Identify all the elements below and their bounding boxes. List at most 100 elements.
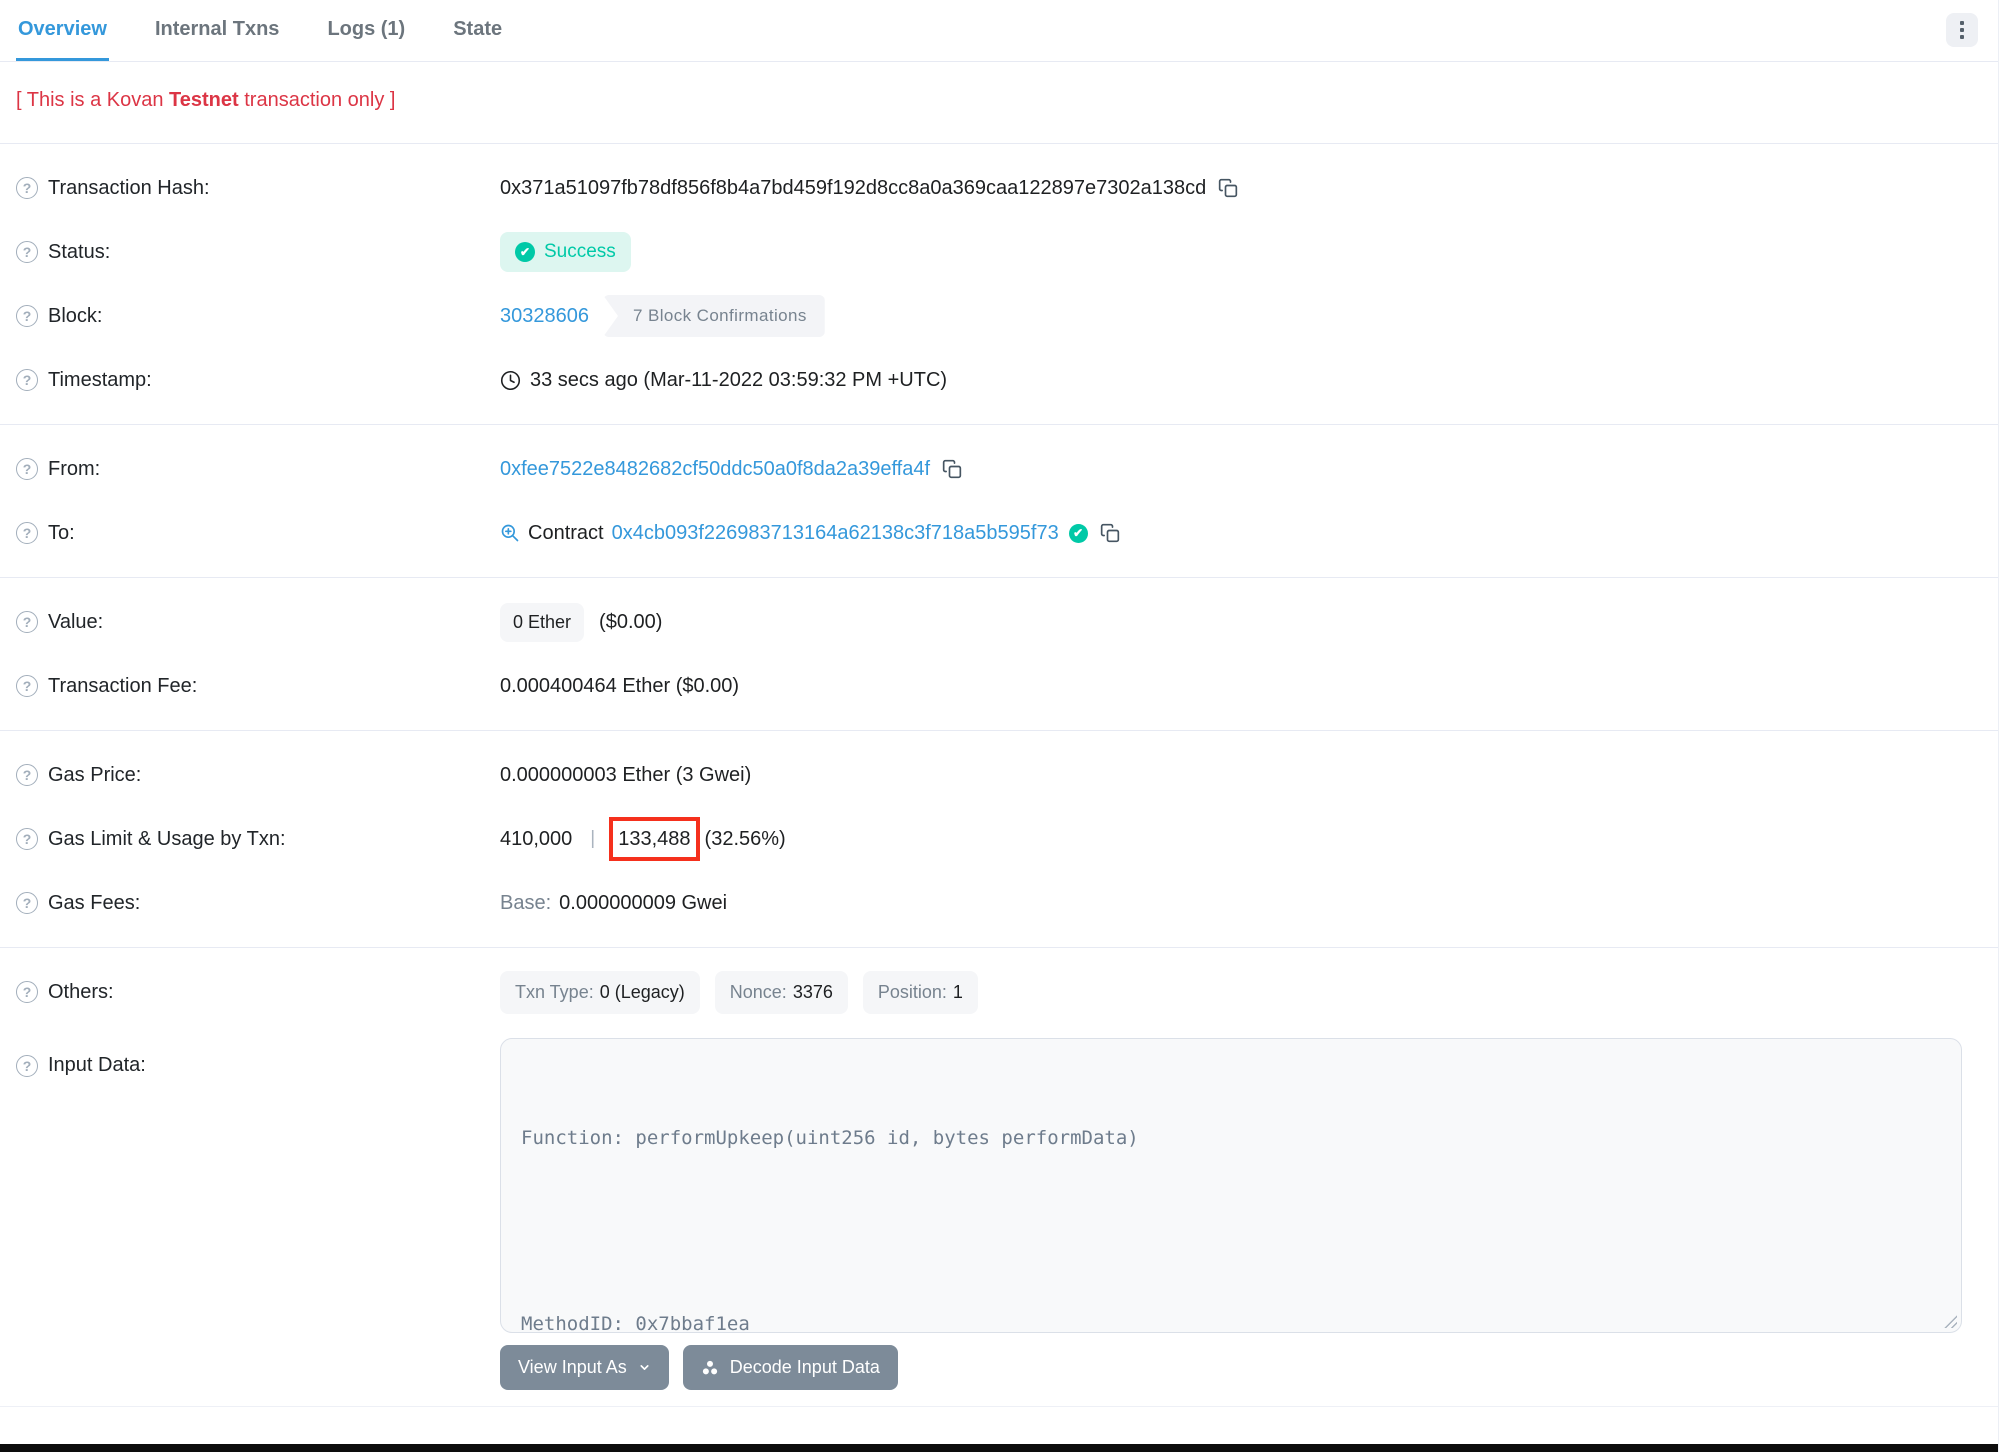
row-others: Others: Txn Type:0 (Legacy) Nonce:3376 P… [16, 960, 1982, 1024]
help-icon[interactable] [16, 522, 38, 544]
help-icon[interactable] [16, 611, 38, 633]
input-data-label: Input Data: [48, 1054, 146, 1076]
help-icon[interactable] [16, 305, 38, 327]
position-value: 1 [952, 981, 963, 1002]
value-label: Value: [48, 610, 104, 633]
gas-fees-label: Gas Fees: [48, 891, 141, 914]
help-icon[interactable] [16, 177, 38, 199]
row-to: To: Contract 0x4cb093f226983713164a62138… [16, 501, 1982, 565]
row-status: Status: Success [16, 220, 1982, 284]
row-timestamp: Timestamp: 33 secs ago (Mar-11-2022 03:5… [16, 348, 1982, 412]
tab-internal-txns[interactable]: Internal Txns [153, 18, 281, 61]
block-number-link[interactable]: 30328606 [500, 305, 589, 328]
kebab-menu-icon[interactable] [1946, 13, 1978, 47]
input-data-line: Function: performUpkeep(uint256 id, byte… [521, 1127, 1139, 1149]
copy-icon[interactable] [1218, 178, 1238, 198]
zoom-in-icon[interactable] [500, 523, 520, 543]
value-usd: ($0.00) [599, 610, 663, 633]
gas-price-label: Gas Price: [48, 763, 142, 786]
gas-fees-base-label: Base: [500, 891, 552, 914]
help-icon[interactable] [16, 241, 38, 263]
clock-icon [500, 370, 521, 391]
help-icon[interactable] [16, 675, 38, 697]
section-others-input: Others: Txn Type:0 (Legacy) Nonce:3376 P… [0, 947, 1998, 1407]
position-badge: Position: 1 [862, 970, 978, 1014]
status-label: Status: [48, 240, 111, 263]
section-gas: Gas Price: 0.000000003 Ether (3 Gwei) Ga… [0, 730, 1998, 947]
block-label-wrap: Block: [16, 305, 500, 328]
to-label-wrap: To: [16, 522, 500, 545]
row-value: Value: 0 Ether ($0.00) [16, 590, 1982, 654]
section-parties: From: 0xfee7522e8482682cf50ddc50a0f8da2a… [0, 424, 1998, 577]
help-icon[interactable] [16, 458, 38, 480]
copy-icon[interactable] [942, 459, 962, 479]
gas-limit-separator: | [590, 828, 596, 849]
row-gas-price: Gas Price: 0.000000003 Ether (3 Gwei) [16, 743, 1982, 807]
help-icon[interactable] [16, 369, 38, 391]
notice-pre: [ This is a Kovan [16, 89, 170, 111]
gas-limit-value: 410,000 [500, 827, 573, 850]
testnet-notice: [ This is a Kovan Testnet transaction on… [0, 62, 1998, 143]
from-address-link[interactable]: 0xfee7522e8482682cf50ddc50a0f8da2a39effa… [500, 458, 930, 481]
input-data-textarea[interactable]: Function: performUpkeep(uint256 id, byte… [500, 1038, 1962, 1333]
section-value: Value: 0 Ether ($0.00) Transaction Fee: … [0, 577, 1998, 730]
from-label: From: [48, 457, 101, 480]
nonce-badge: Nonce: 3376 [714, 970, 848, 1014]
tab-logs[interactable]: Logs (1) [325, 18, 407, 61]
gas-price-label-wrap: Gas Price: [16, 764, 500, 787]
status-badge: Success [500, 232, 631, 272]
gas-fees-base-value: 0.000000009 Gwei [559, 891, 728, 914]
row-gas-limit-usage: Gas Limit & Usage by Txn: 410,000 | 133,… [16, 807, 1982, 871]
notice-post: transaction only ] [238, 89, 396, 111]
fee-label-wrap: Transaction Fee: [16, 675, 500, 698]
row-gas-fees: Gas Fees: Base: 0.000000009 Gwei [16, 871, 1982, 935]
copy-icon[interactable] [1100, 523, 1120, 543]
view-input-as-button[interactable]: View Input As [500, 1345, 669, 1390]
resize-handle[interactable] [1942, 1313, 1957, 1328]
timestamp-label-wrap: Timestamp: [16, 369, 500, 392]
gas-used-annotation-box: 133,488 [609, 817, 700, 861]
to-address-link[interactable]: 0x4cb093f226983713164a62138c3f718a5b595f… [612, 522, 1059, 545]
row-block: Block: 30328606 7 Block Confirmations [16, 284, 1982, 348]
gas-limit-label-wrap: Gas Limit & Usage by Txn: [16, 828, 500, 851]
help-icon[interactable] [16, 764, 38, 786]
tab-state[interactable]: State [451, 18, 504, 61]
input-data-line [521, 1216, 1941, 1247]
gas-limit-label: Gas Limit & Usage by Txn: [48, 827, 286, 850]
transaction-hash-value: 0x371a51097fb78df856f8b4a7bd459f192d8cc8… [500, 176, 1207, 199]
help-icon[interactable] [16, 1054, 38, 1077]
help-icon[interactable] [16, 892, 38, 914]
row-from: From: 0xfee7522e8482682cf50ddc50a0f8da2a… [16, 437, 1982, 501]
decode-input-data-button[interactable]: Decode Input Data [682, 1345, 898, 1390]
position-key: Position: [877, 981, 947, 1002]
timestamp-label: Timestamp: [48, 368, 152, 391]
help-icon[interactable] [16, 828, 38, 850]
gas-used-value: 133,488 [618, 828, 691, 850]
fee-value: 0.000400464 Ether ($0.00) [500, 674, 740, 697]
decode-input-data-label: Decode Input Data [729, 1357, 880, 1377]
from-label-wrap: From: [16, 458, 500, 481]
others-label-wrap: Others: [16, 981, 500, 1004]
status-label-wrap: Status: [16, 241, 500, 264]
fee-label: Transaction Fee: [48, 674, 198, 697]
row-input-data: Input Data: Function: performUpkeep(uint… [16, 1038, 1982, 1390]
transaction-hash-label-wrap: Transaction Hash: [16, 177, 500, 200]
gas-used-percent: (32.56%) [704, 827, 786, 850]
nonce-value: 3376 [792, 981, 833, 1002]
tab-overview[interactable]: Overview [16, 18, 109, 61]
gas-fees-label-wrap: Gas Fees: [16, 892, 500, 915]
transaction-detail-page: Overview Internal Txns Logs (1) State [ … [0, 0, 1999, 1452]
input-data-buttons: View Input As Decode Input Data [500, 1345, 912, 1390]
bottom-bar [0, 1444, 1998, 1452]
row-transaction-hash: Transaction Hash: 0x371a51097fb78df856f8… [16, 156, 1982, 220]
value-label-wrap: Value: [16, 611, 500, 634]
row-transaction-fee: Transaction Fee: 0.000400464 Ether ($0.0… [16, 654, 1982, 718]
notice-bold: Testnet [169, 89, 239, 111]
help-icon[interactable] [16, 981, 38, 1003]
block-label: Block: [48, 304, 103, 327]
to-label: To: [48, 521, 75, 544]
timestamp-value: 33 secs ago (Mar-11-2022 03:59:32 PM +UT… [530, 368, 948, 391]
chevron-down-icon [640, 1365, 649, 1370]
transaction-hash-label: Transaction Hash: [48, 176, 210, 199]
nonce-key: Nonce: [729, 981, 787, 1002]
